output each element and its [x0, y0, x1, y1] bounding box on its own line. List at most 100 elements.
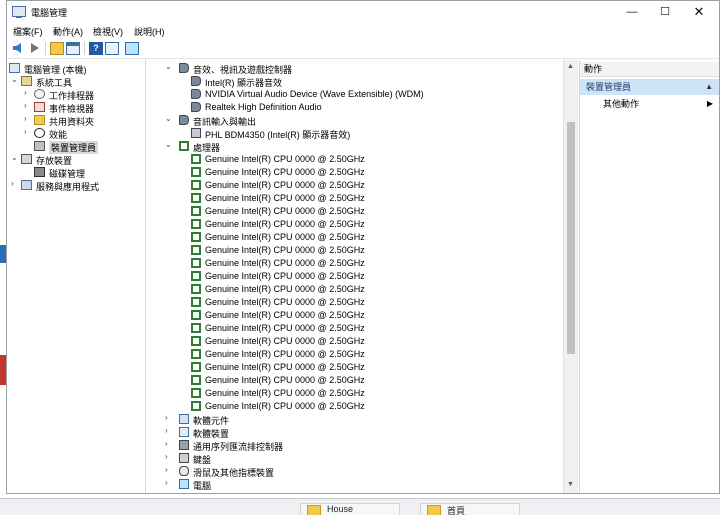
processor-icon	[191, 284, 201, 294]
properties-icon[interactable]	[105, 42, 119, 55]
chevron-down-icon[interactable]: ⌄	[165, 114, 173, 123]
tree-item-label: 服務與應用程式	[36, 182, 100, 192]
software-component-icon	[179, 414, 189, 424]
forward-icon[interactable]	[27, 42, 41, 55]
processor-icon	[191, 219, 201, 229]
processor-label: Genuine Intel(R) CPU 0000 @ 2.50GHz	[205, 206, 365, 216]
menu-bar: 檔案(F) 動作(A) 檢視(V) 說明(H)	[7, 23, 719, 39]
window-title: 電腦管理	[31, 8, 68, 18]
processor-label: Genuine Intel(R) CPU 0000 @ 2.50GHz	[205, 388, 365, 398]
clock-icon	[34, 89, 45, 99]
minimize-button[interactable]: —	[615, 1, 649, 23]
chevron-right-icon[interactable]: ›	[165, 426, 173, 435]
storage-icon	[21, 154, 32, 164]
close-button[interactable]: ✕	[682, 1, 716, 23]
chevron-right-icon[interactable]: ›	[165, 452, 173, 461]
tree-item-label: 磁碟管理	[49, 169, 86, 179]
chevron-right-icon: ▶	[706, 99, 713, 108]
device-list: ⌄ 音效、視訊及遊戲控制器 Intel(R) 顯示器音效 NVIDIA Virt…	[147, 60, 578, 493]
chevron-right-icon[interactable]: ›	[165, 413, 173, 422]
category-label: 通用序列匯流排控制器	[193, 442, 284, 452]
actions-pane: 動作 裝置管理員 ▲ 其他動作 ▶	[579, 60, 719, 493]
processor-icon	[191, 271, 201, 281]
scroll-down-icon[interactable]: ▼	[567, 481, 574, 488]
processor-icon	[191, 362, 201, 372]
back-icon[interactable]	[11, 42, 25, 55]
chevron-right-icon[interactable]: ›	[24, 88, 32, 97]
processor-icon	[191, 297, 201, 307]
chevron-right-icon[interactable]: ›	[24, 101, 32, 110]
speaker-icon	[191, 76, 201, 86]
more-actions-item[interactable]: 其他動作 ▶	[580, 97, 719, 111]
menu-help[interactable]: 說明(H)	[134, 25, 165, 38]
chevron-down-icon[interactable]: ⌄	[165, 62, 173, 71]
chevron-right-icon[interactable]: ›	[11, 179, 19, 188]
software-device-icon	[179, 427, 189, 437]
processor-label: Genuine Intel(R) CPU 0000 @ 2.50GHz	[205, 167, 365, 177]
actions-section-label: 裝置管理員	[586, 82, 632, 92]
taskbar-item[interactable]: House	[300, 503, 400, 515]
tree-item-label: 工作排程器	[49, 91, 95, 101]
device-label: NVIDIA Virtual Audio Device (Wave Extens…	[205, 89, 424, 99]
folder-icon	[427, 505, 441, 515]
category-label: 音訊輸入與輸出	[193, 117, 257, 127]
processor-icon	[191, 258, 201, 268]
title-bar: 電腦管理 — ☐ ✕	[7, 1, 719, 23]
category-label: 音效、視訊及遊戲控制器	[193, 65, 293, 75]
scroll-up-icon[interactable]: ▲	[567, 63, 574, 70]
actions-section-device-manager[interactable]: 裝置管理員 ▲	[580, 79, 719, 95]
computer-icon	[179, 479, 189, 489]
computer-management-icon	[12, 6, 26, 18]
chevron-down-icon[interactable]: ⌄	[11, 75, 19, 84]
processor-icon	[191, 193, 201, 203]
device-label: Realtek High Definition Audio	[205, 102, 322, 112]
processor-label: Genuine Intel(R) CPU 0000 @ 2.50GHz	[205, 336, 365, 346]
toolbar-separator	[84, 42, 85, 55]
tree-item-label: 電腦管理 (本機)	[24, 65, 87, 75]
more-actions-label: 其他動作	[603, 99, 640, 109]
category-label: 軟體裝置	[193, 429, 230, 439]
vertical-scrollbar[interactable]: ▲ ▼	[563, 60, 578, 493]
usb-controller-icon	[179, 440, 189, 450]
device-label: Intel(R) 顯示器音效	[205, 78, 283, 88]
processor-label: Genuine Intel(R) CPU 0000 @ 2.50GHz	[205, 258, 365, 268]
monitor-icon[interactable]	[125, 42, 139, 55]
chevron-right-icon[interactable]: ›	[165, 439, 173, 448]
show-hide-tree-icon[interactable]	[66, 42, 80, 55]
processor-label: Genuine Intel(R) CPU 0000 @ 2.50GHz	[205, 271, 365, 281]
scrollbar-thumb[interactable]	[567, 122, 575, 354]
chevron-down-icon[interactable]: ⌄	[165, 140, 173, 149]
taskbar-item-label: 首頁	[447, 506, 466, 515]
collapse-arrow-icon[interactable]: ▲	[705, 79, 713, 95]
menu-view[interactable]: 檢視(V)	[93, 25, 123, 38]
toolbar-separator	[45, 42, 46, 55]
menu-file[interactable]: 檔案(F)	[13, 25, 43, 38]
speaker-icon	[179, 115, 189, 125]
chevron-right-icon[interactable]: ›	[165, 465, 173, 474]
processor-icon	[191, 349, 201, 359]
processor-icon	[179, 141, 189, 151]
up-folder-icon[interactable]	[50, 42, 64, 55]
processor-icon	[191, 206, 201, 216]
tree-item-label: 效能	[49, 130, 68, 140]
menu-action[interactable]: 動作(A)	[53, 25, 83, 38]
processor-label: Genuine Intel(R) CPU 0000 @ 2.50GHz	[205, 245, 365, 255]
processor-label: Genuine Intel(R) CPU 0000 @ 2.50GHz	[205, 219, 365, 229]
chevron-right-icon[interactable]: ›	[165, 478, 173, 487]
taskbar-item[interactable]: 首頁	[420, 503, 520, 515]
chevron-down-icon[interactable]: ⌄	[11, 153, 19, 162]
processor-icon	[191, 336, 201, 346]
system-tools-icon	[21, 76, 32, 86]
category-label: 處理器	[193, 143, 221, 153]
chevron-right-icon[interactable]: ›	[24, 127, 32, 136]
shared-folder-icon	[34, 115, 45, 125]
taskbar-item-label: House	[327, 504, 354, 514]
processor-label: Genuine Intel(R) CPU 0000 @ 2.50GHz	[205, 401, 365, 411]
chevron-right-icon[interactable]: ›	[24, 114, 32, 123]
maximize-button[interactable]: ☐	[648, 1, 682, 23]
processor-label: Genuine Intel(R) CPU 0000 @ 2.50GHz	[205, 362, 365, 372]
help-icon[interactable]: ?	[89, 42, 103, 55]
category-label: 電腦	[193, 481, 212, 491]
actions-header: 動作	[580, 62, 719, 77]
toolbar: ?	[7, 39, 719, 59]
